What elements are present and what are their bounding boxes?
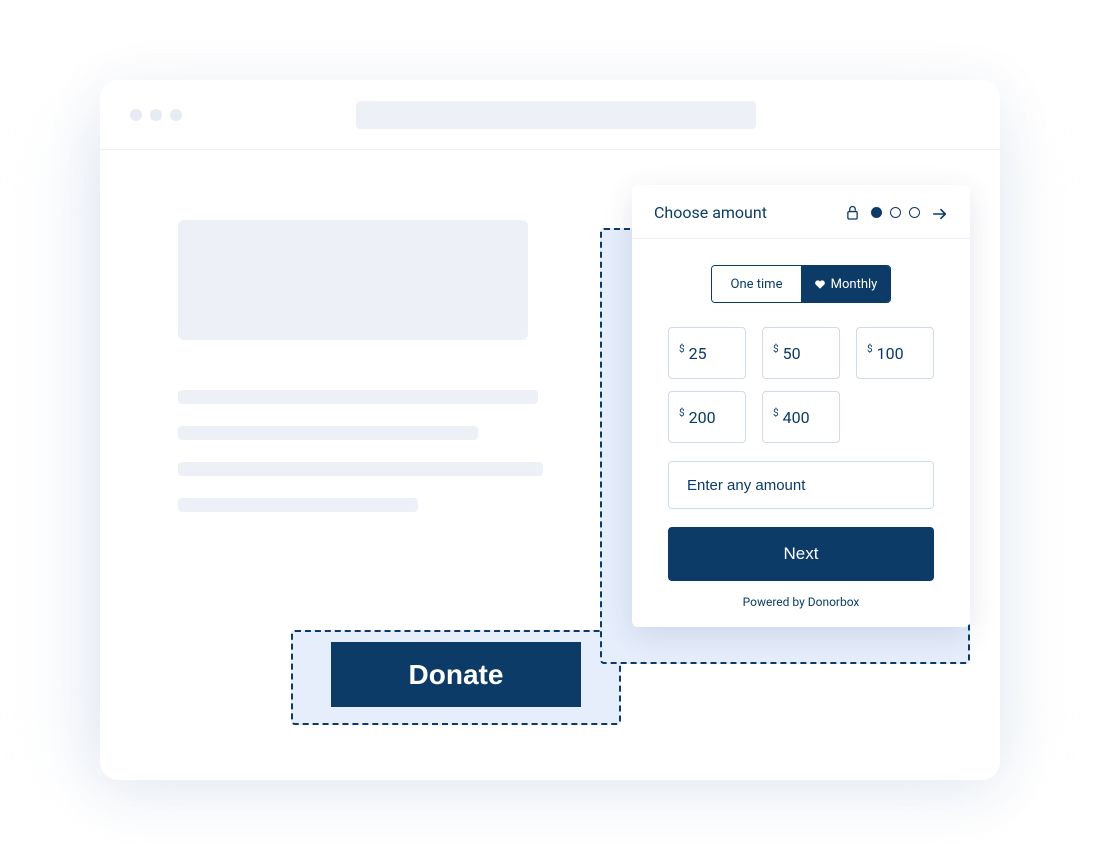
amount-value: 100 xyxy=(877,344,904,363)
amount-value: 400 xyxy=(783,408,810,427)
next-button[interactable]: Next xyxy=(668,527,934,581)
currency-symbol: $ xyxy=(867,344,873,355)
window-control-maximize[interactable] xyxy=(170,109,182,121)
window-control-close[interactable] xyxy=(130,109,142,121)
widget-header-actions xyxy=(846,205,948,220)
frequency-monthly[interactable]: Monthly xyxy=(801,266,890,302)
window-controls xyxy=(130,109,182,121)
currency-symbol: $ xyxy=(773,408,779,419)
frequency-onetime[interactable]: One time xyxy=(712,266,801,302)
frequency-onetime-label: One time xyxy=(731,277,783,292)
text-placeholder xyxy=(178,462,543,476)
widget-header: Choose amount xyxy=(632,185,970,239)
amount-value: 25 xyxy=(689,344,707,363)
lock-icon xyxy=(846,205,859,220)
window-control-minimize[interactable] xyxy=(150,109,162,121)
step-dot xyxy=(909,207,920,218)
powered-by-label: Powered by Donorbox xyxy=(668,595,934,609)
amount-option-100[interactable]: $ 100 xyxy=(856,327,934,379)
donation-widget: Choose amount One time xyxy=(632,185,970,627)
popup-embed-zone: Donate xyxy=(291,630,621,725)
browser-chrome xyxy=(100,80,1000,150)
step-dot xyxy=(890,207,901,218)
step-dot-active xyxy=(871,207,882,218)
hero-image-placeholder xyxy=(178,220,528,340)
arrow-right-icon[interactable] xyxy=(932,206,948,220)
widget-body: One time Monthly $ 25 $ 50 $ xyxy=(632,239,970,627)
custom-amount-input[interactable] xyxy=(668,461,934,509)
amount-value: 50 xyxy=(783,344,801,363)
text-placeholder xyxy=(178,426,478,440)
frequency-monthly-label: Monthly xyxy=(831,277,878,292)
amount-option-25[interactable]: $ 25 xyxy=(668,327,746,379)
currency-symbol: $ xyxy=(679,344,685,355)
step-indicator xyxy=(871,207,920,218)
text-placeholder xyxy=(178,498,418,512)
amount-option-50[interactable]: $ 50 xyxy=(762,327,840,379)
amount-value: 200 xyxy=(689,408,716,427)
currency-symbol: $ xyxy=(773,344,779,355)
widget-title: Choose amount xyxy=(654,203,767,222)
heart-icon xyxy=(814,279,826,290)
frequency-toggle: One time Monthly xyxy=(711,265,891,303)
amount-grid: $ 25 $ 50 $ 100 $ 200 $ 400 xyxy=(668,327,934,443)
donate-button[interactable]: Donate xyxy=(331,642,581,707)
amount-option-400[interactable]: $ 400 xyxy=(762,391,840,443)
amount-option-200[interactable]: $ 200 xyxy=(668,391,746,443)
text-placeholder xyxy=(178,390,538,404)
currency-symbol: $ xyxy=(679,408,685,419)
address-bar[interactable] xyxy=(356,101,756,129)
